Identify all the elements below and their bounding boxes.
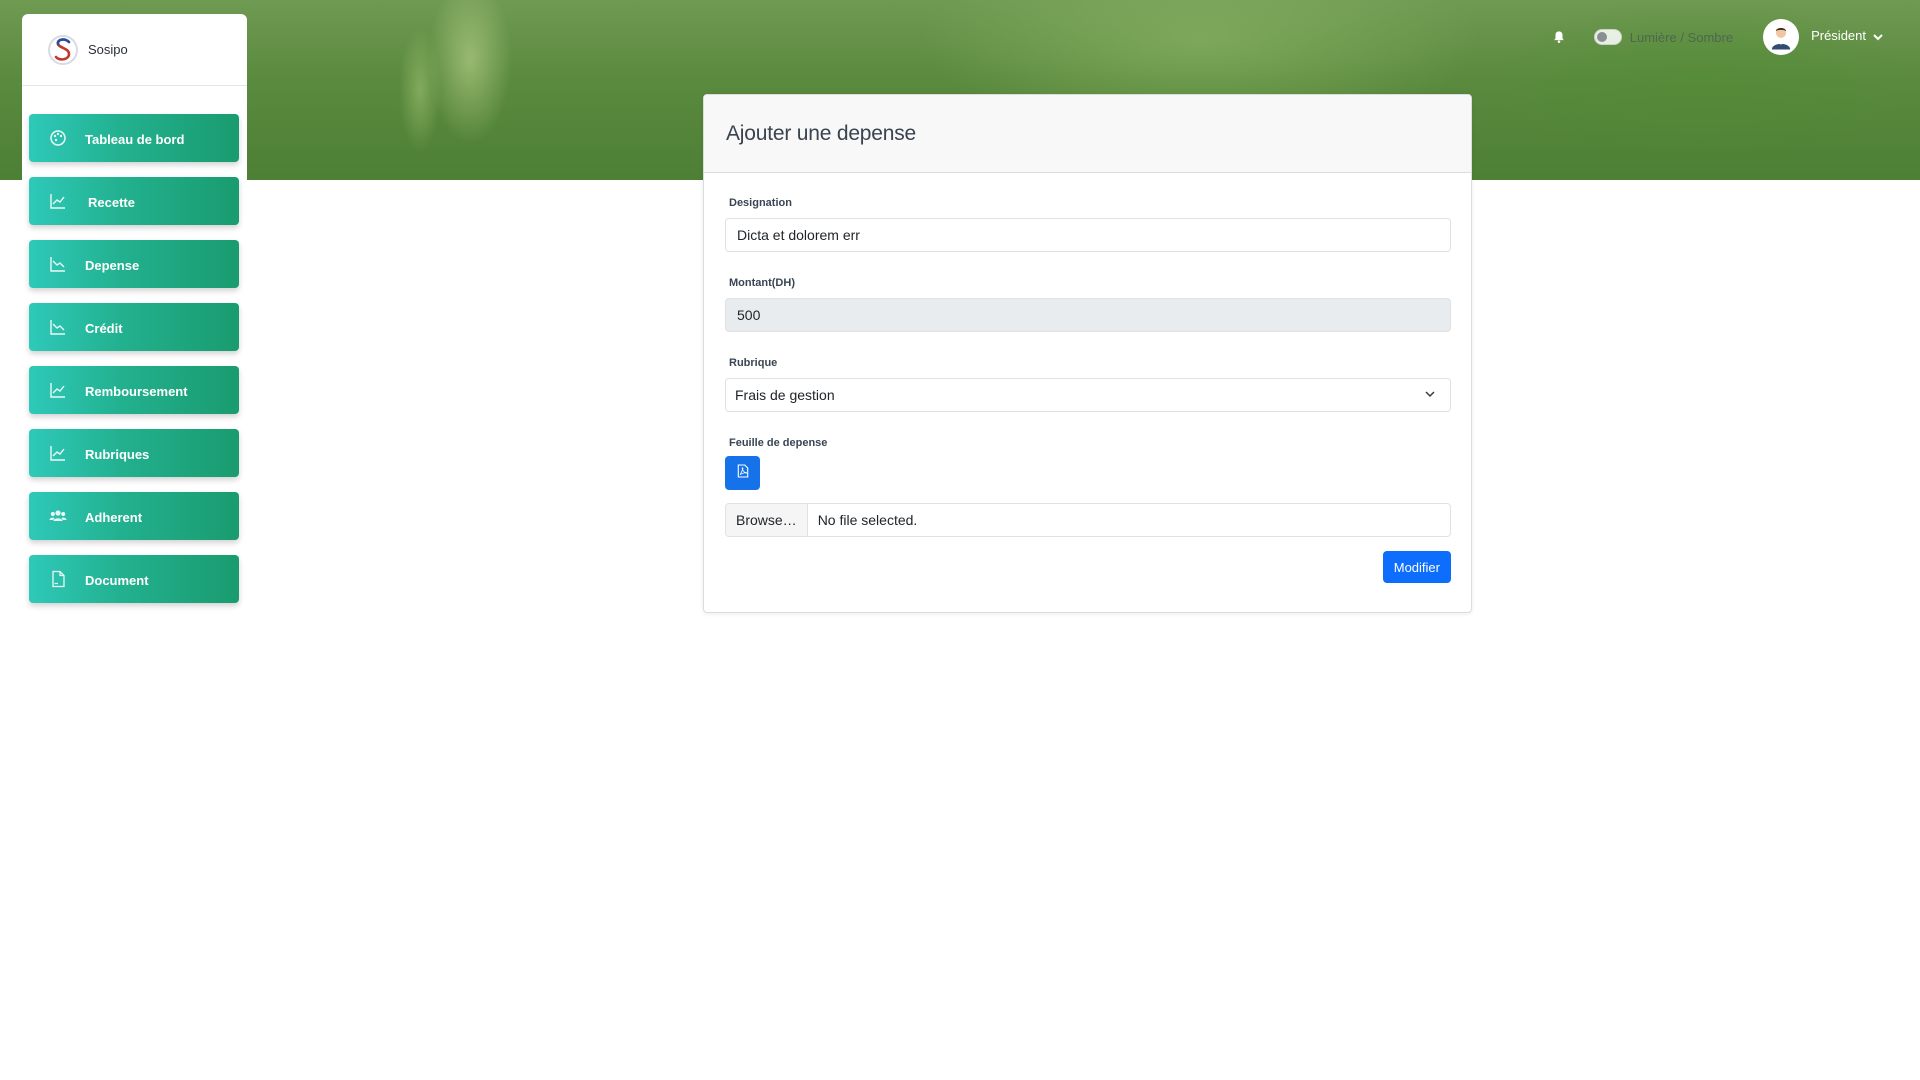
chart-line-up-icon: [49, 381, 67, 399]
sidebar-item-label: Crédit: [85, 321, 123, 336]
chart-line-up-icon: [49, 192, 67, 210]
avatar[interactable]: [1763, 19, 1800, 55]
view-pdf-button[interactable]: [725, 456, 760, 490]
file-input[interactable]: Browse… No file selected.: [725, 503, 1451, 537]
theme-toggle-label: Lumière / Sombre: [1629, 29, 1734, 45]
montant-label: Montant(DH): [729, 277, 795, 289]
page-title: Ajouter une depense: [726, 121, 917, 145]
chart-line-up-icon: [49, 444, 67, 462]
designation-value: Dicta et dolorem err: [737, 227, 860, 243]
rubrique-label: Rubrique: [729, 357, 778, 369]
palette-icon: [49, 129, 67, 147]
card-header: Ajouter une depense: [704, 95, 1471, 173]
form-card: Ajouter une depense Designation Dicta et…: [703, 94, 1472, 613]
montant-input[interactable]: 500: [725, 298, 1451, 332]
chevron-down-icon[interactable]: [1872, 30, 1884, 42]
sidebar-nav: Tableau de bord Recette Depense Crédit R…: [29, 114, 239, 618]
sidebar-item-label: Adherent: [85, 510, 143, 525]
rubrique-value: Frais de gestion: [735, 387, 835, 403]
file-pdf-icon: [737, 463, 749, 483]
bell-icon[interactable]: [1552, 29, 1568, 45]
browse-button[interactable]: Browse…: [726, 504, 808, 536]
sidebar-item-label: Depense: [85, 258, 140, 273]
submit-row: Modifier: [725, 551, 1451, 583]
user-name[interactable]: Président: [1811, 28, 1866, 43]
sidebar-item-recette[interactable]: Recette: [29, 177, 239, 225]
logo-icon: [48, 34, 78, 65]
designation-label: Designation: [729, 197, 792, 209]
sidebar-item-rubriques[interactable]: Rubriques: [29, 429, 239, 477]
chart-line-down-icon: [49, 255, 67, 273]
brand-name: Sosipo: [88, 42, 128, 57]
sidebar-item-credit[interactable]: Crédit: [29, 303, 239, 351]
sidebar-item-depense[interactable]: Depense: [29, 240, 239, 288]
theme-toggle[interactable]: [1593, 29, 1622, 45]
file-status: No file selected.: [817, 512, 918, 528]
sidebar-item-remboursement[interactable]: Remboursement: [29, 366, 239, 414]
sidebar-item-label: Tableau de bord: [85, 132, 185, 147]
sidebar-item-document[interactable]: Document: [29, 555, 239, 603]
page: Sosipo Tableau de bord Recette Depense C…: [0, 0, 1920, 1080]
sidebar-item-label: Recette: [88, 195, 135, 210]
topbar: Lumière / Sombre Président: [1552, 18, 1884, 56]
sidebar-item-label: Document: [85, 573, 149, 588]
rubrique-select[interactable]: Frais de gestion: [725, 378, 1451, 412]
document-icon: [49, 570, 67, 588]
sidebar-item-adherent[interactable]: Adherent: [29, 492, 239, 540]
card-body: Designation Dicta et dolorem err Montant…: [704, 173, 1471, 583]
feuille-label: Feuille de depense: [729, 437, 828, 449]
chart-line-down-icon: [49, 318, 67, 336]
users-icon: [49, 507, 67, 525]
sidebar-item-label: Rubriques: [85, 447, 150, 462]
montant-value: 500: [737, 307, 761, 323]
designation-input[interactable]: Dicta et dolorem err: [725, 218, 1451, 252]
sidebar-item-label: Remboursement: [85, 384, 188, 399]
sidebar-item-tableau-de-bord[interactable]: Tableau de bord: [29, 114, 239, 162]
modifier-button[interactable]: Modifier: [1382, 551, 1451, 583]
chevron-down-icon: [1424, 387, 1436, 403]
sidebar-brand[interactable]: Sosipo: [22, 14, 247, 86]
